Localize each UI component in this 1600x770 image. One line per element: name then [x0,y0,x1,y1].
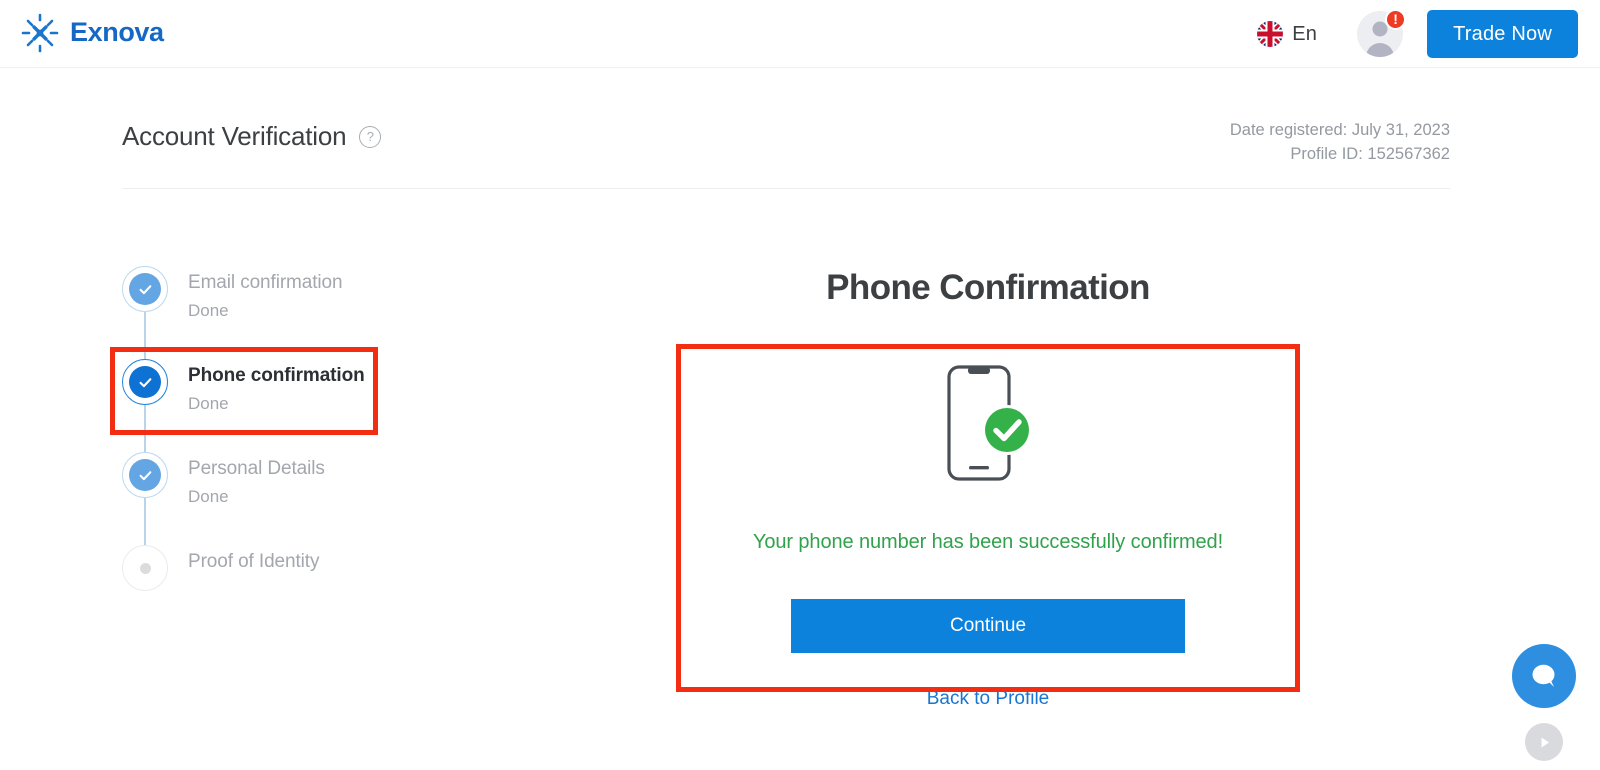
scroll-down-button[interactable] [1525,723,1563,761]
step-marker [122,266,168,312]
check-icon [139,470,151,480]
step-connector [144,498,146,545]
step-status: Done [188,487,229,506]
step-inner [129,273,161,305]
section-header: Account Verification ? [122,121,382,152]
verification-stepper: Email confirmation Done Phone confirmati… [122,266,542,638]
step-connector [144,405,146,452]
uk-flag-icon [1257,21,1284,47]
step-text: Personal Details Done [188,452,325,511]
step-marker [122,545,168,591]
step-inner [129,459,161,491]
step-connector [144,312,146,359]
date-registered: Date registered: July 31, 2023 [1229,121,1450,139]
account-meta: Date registered: July 31, 2023 Profile I… [1230,118,1450,166]
success-message: Your phone number has been successfully … [752,531,1224,553]
profile-id: Profile ID: 152567362 [1290,145,1450,163]
sunburst-icon [21,13,59,53]
brand-logo[interactable]: Exnova [20,12,164,54]
step-inner [129,552,161,584]
step-email-confirmation[interactable]: Email confirmation Done [122,266,542,359]
step-label: Proof of Identity [188,551,320,572]
step-label: Email confirmation [188,272,343,293]
alert-badge: ! [1385,9,1407,30]
step-personal-details[interactable]: Personal Details Done [122,452,542,545]
step-inner [129,366,161,398]
account-avatar[interactable]: ! [1357,9,1407,57]
phone-illustration [676,362,1300,487]
question-mark-icon[interactable]: ? [359,125,382,148]
check-icon [139,377,151,387]
step-marker [122,452,168,498]
step-marker [122,359,168,405]
language-switcher[interactable]: En [1257,21,1317,47]
language-label: En [1292,22,1318,45]
play-arrow-icon [1541,737,1549,747]
header-actions: En ! Trade Now [1257,0,1578,68]
step-proof-of-identity[interactable]: Proof of Identity [122,545,542,638]
chat-bubble-icon [1532,664,1555,687]
step-status: Done [188,301,229,320]
trade-now-button[interactable]: Trade Now [1427,10,1578,58]
chat-widget-button[interactable] [1512,644,1576,708]
phone-confirmation-panel: Phone Confirmation Your phone number has… [676,264,1300,710]
continue-button[interactable]: Continue [791,599,1185,653]
header-divider [122,188,1450,189]
step-text: Phone confirmation Done [188,359,365,418]
brand-name: Exnova [70,16,164,47]
back-to-profile-link[interactable]: Back to Profile [927,688,1050,710]
step-phone-confirmation[interactable]: Phone confirmation Done [122,359,542,452]
page-body: Account Verification ? Date registered: … [0,68,1600,770]
step-text: Proof of Identity [188,545,319,576]
step-label: Phone confirmation [188,365,365,386]
panel-title: Phone Confirmation [826,268,1150,307]
step-text: Email confirmation Done [188,266,343,325]
check-icon [139,284,151,294]
phone-with-green-check-icon [947,365,1032,481]
page-title: Account Verification [122,121,347,151]
site-header: Exnova En ! Trade Now [0,0,1600,68]
step-status: Done [188,394,229,413]
step-label: Personal Details [188,458,325,479]
pending-dot-icon [139,562,151,574]
